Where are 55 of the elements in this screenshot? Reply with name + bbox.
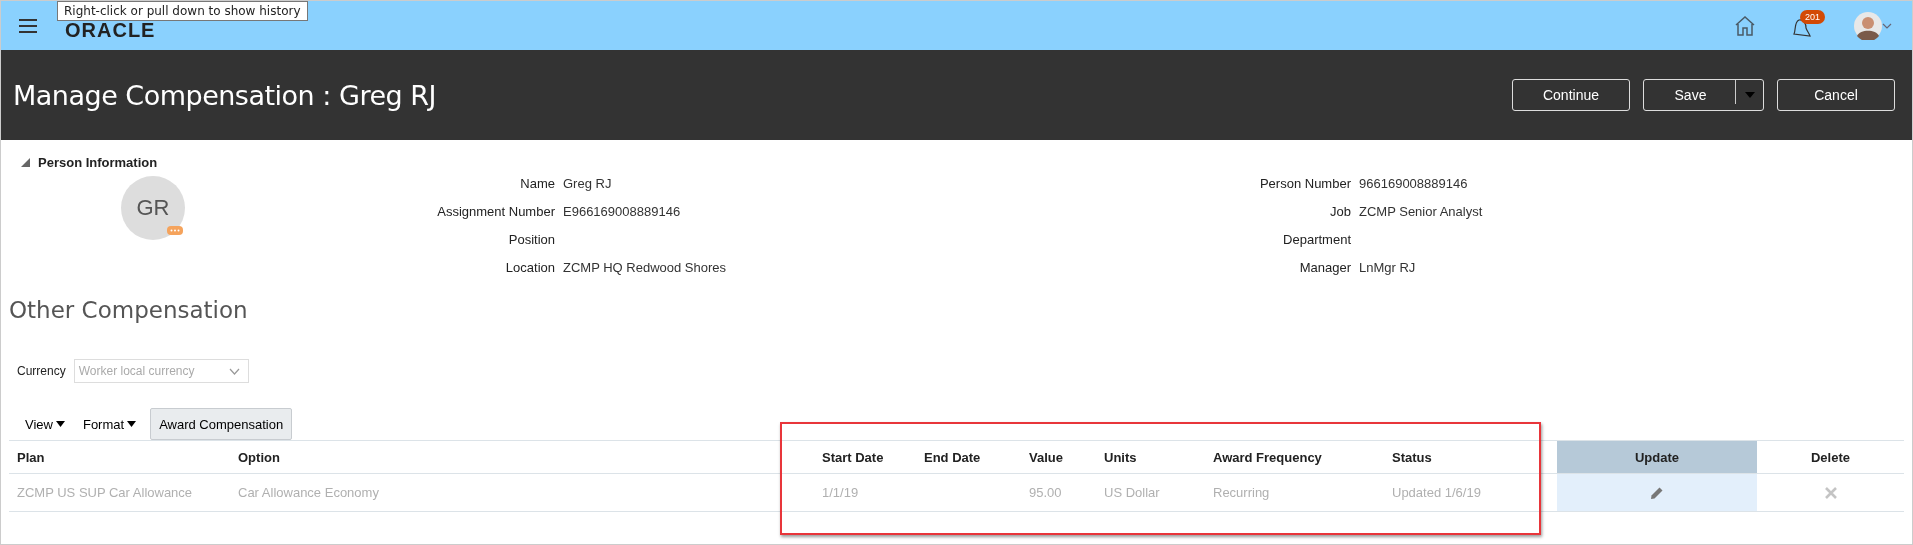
field-label: Manager [1298, 260, 1351, 277]
field-value: E966169008889146 [563, 204, 681, 219]
field-label: Position [507, 232, 555, 249]
user-avatar[interactable] [1854, 11, 1882, 40]
field-label: Location [504, 260, 555, 277]
field-label: Job [1329, 204, 1351, 221]
field-value: 966169008889146 [1359, 176, 1468, 191]
table-cell: 1/1/19 [822, 485, 859, 500]
field-label: Person Number [1258, 176, 1351, 193]
field-label: Department [1282, 232, 1351, 249]
field-value: LnMgr RJ [1359, 260, 1416, 275]
field-value: Greg RJ [563, 176, 612, 191]
column-header[interactable]: Update [1557, 441, 1757, 473]
field-value: ZCMP HQ Redwood Shores [563, 260, 727, 275]
table-cell: US Dollar [1104, 485, 1160, 500]
menu-icon[interactable] [19, 18, 37, 33]
section-heading: Person Information [38, 155, 158, 170]
field-label: Currency [17, 364, 66, 378]
column-header[interactable]: Award Frequency [1205, 441, 1384, 473]
section-title: Other Compensation [9, 297, 249, 325]
field-label: Assignment Number [436, 204, 555, 221]
tooltip: Right-click or pull down to show history [57, 1, 308, 21]
initials-avatar: GR [121, 176, 185, 240]
table-cell: 95.00 [1029, 485, 1062, 500]
chevron-down-icon [228, 367, 240, 375]
table-cell: Car Allowance Economy [238, 485, 379, 500]
notification-badge: 201 [1800, 9, 1826, 24]
chevron-down-icon[interactable] [1882, 22, 1892, 29]
column-header[interactable]: Delete [1757, 441, 1904, 473]
field-label: Name [519, 176, 555, 193]
field-value: ZCMP Senior Analyst [1359, 204, 1483, 219]
pencil-icon[interactable] [1650, 485, 1664, 500]
column-header[interactable]: Status [1384, 441, 1557, 473]
column-header[interactable]: End Date [916, 441, 1021, 473]
menu-button[interactable]: Format [78, 416, 141, 432]
header-button[interactable]: Cancel [1777, 79, 1895, 111]
page-title: Manage Compensation : Greg RJ [13, 79, 436, 111]
table-cell: ZCMP US SUP Car Allowance [17, 485, 193, 500]
table-cell: Updated 1/6/19 [1392, 485, 1481, 500]
column-header[interactable]: Option [230, 441, 814, 473]
column-header[interactable]: Units [1096, 441, 1205, 473]
menu-button[interactable]: View [21, 416, 69, 432]
award-button[interactable]: Award Compensation [150, 408, 293, 440]
header-button[interactable]: Continue [1512, 79, 1630, 111]
column-header[interactable]: Plan [9, 441, 230, 473]
column-header[interactable]: Value [1021, 441, 1096, 473]
save-button[interactable]: Save [1644, 87, 1737, 103]
caret-icon [127, 421, 137, 427]
collapse-icon[interactable] [21, 158, 30, 167]
home-icon[interactable] [1734, 15, 1756, 36]
logo[interactable]: ORACLE [65, 19, 156, 42]
column-header[interactable]: Start Date [814, 441, 916, 473]
save-split-button[interactable]: Save [1643, 79, 1764, 111]
caret-icon [55, 421, 65, 427]
table-cell: Recurring [1213, 485, 1270, 500]
